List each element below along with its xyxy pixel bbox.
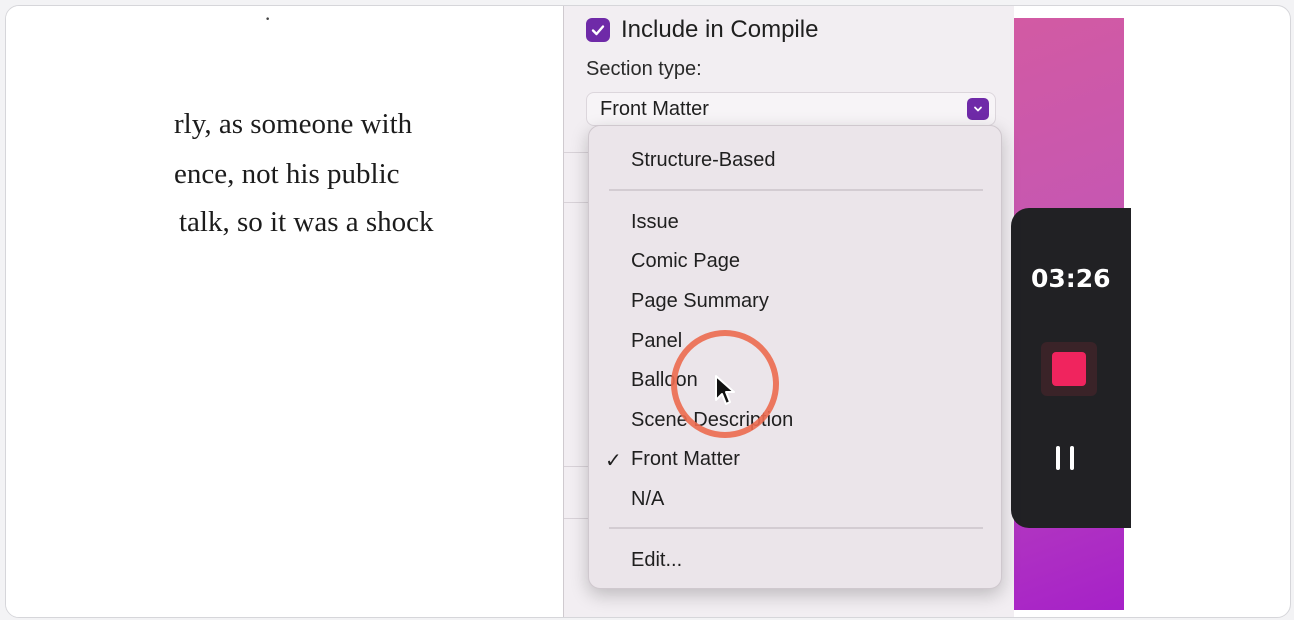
include-in-compile-label: Include in Compile: [621, 16, 819, 43]
menu-item-na[interactable]: N/A: [631, 488, 664, 511]
editor-line-2: ence, not his public: [174, 158, 400, 190]
menu-item-front-matter[interactable]: Front Matter: [631, 448, 740, 471]
stop-recording-button[interactable]: [1041, 342, 1097, 396]
recording-timer: 03:26: [1031, 264, 1111, 293]
screenshot-frame: · rly, as someone with ence, not his pub…: [5, 5, 1291, 618]
selected-check-icon: ✓: [605, 450, 622, 472]
pause-recording-button[interactable]: [1056, 446, 1074, 470]
menu-separator: [609, 527, 983, 529]
menu-item-issue[interactable]: Issue: [631, 211, 679, 234]
menu-separator: [609, 189, 983, 191]
stop-icon: [1052, 352, 1086, 386]
editor-line-3: talk, so it was a shock: [179, 206, 434, 238]
pause-icon-bar: [1070, 446, 1074, 470]
section-type-value: Front Matter: [600, 97, 709, 120]
menu-item-edit[interactable]: Edit...: [631, 549, 682, 572]
menu-item-panel[interactable]: Panel: [631, 330, 682, 353]
checkmark-icon: [591, 25, 605, 36]
screen-recorder-widget: 03:26: [1011, 208, 1131, 528]
editor-text-fragment: ·: [264, 6, 272, 31]
section-type-menu: Structure-Based Issue Comic Page Page Su…: [588, 125, 1002, 589]
menu-item-page-summary[interactable]: Page Summary: [631, 290, 769, 313]
include-in-compile-checkbox[interactable]: [586, 18, 610, 42]
menu-item-comic-page[interactable]: Comic Page: [631, 250, 740, 273]
section-type-label: Section type:: [586, 58, 702, 80]
editor-pane[interactable]: · rly, as someone with ence, not his pub…: [6, 6, 566, 617]
chevron-down-icon: [967, 98, 989, 120]
include-in-compile-row[interactable]: Include in Compile: [586, 16, 818, 44]
mouse-cursor-icon: [715, 375, 735, 405]
menu-item-structure-based[interactable]: Structure-Based: [631, 149, 776, 172]
section-type-select[interactable]: Front Matter: [586, 92, 996, 126]
editor-line-1: rly, as someone with: [174, 108, 413, 140]
pause-icon: [1056, 446, 1060, 470]
